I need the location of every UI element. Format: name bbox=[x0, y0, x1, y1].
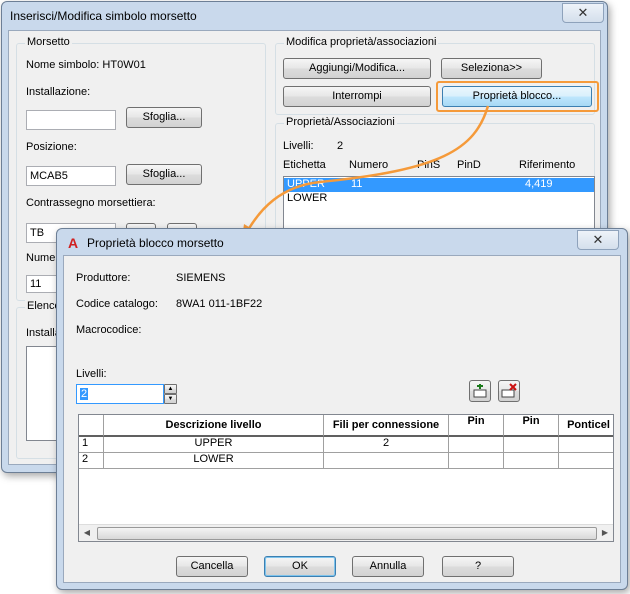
levels-value: 2 bbox=[80, 388, 89, 400]
grid-header-jumper[interactable]: Ponticel bbox=[559, 415, 613, 437]
block-properties-dialog: A Proprietà blocco morsetto ✕ Produttore… bbox=[56, 228, 628, 590]
grid-cell-description[interactable]: UPPER bbox=[104, 437, 324, 453]
installation-input[interactable] bbox=[26, 110, 116, 130]
title-bar: A Proprietà blocco morsetto ✕ bbox=[57, 229, 627, 257]
grid-cell-wires[interactable] bbox=[324, 453, 449, 469]
location-input[interactable]: MCAB5 bbox=[26, 166, 116, 186]
row-number: 2 bbox=[79, 453, 104, 469]
dialog-title: Inserisci/Modifica simbolo morsetto bbox=[10, 9, 197, 23]
grid-cell-jumper[interactable] bbox=[559, 453, 613, 469]
modify-group-label: Modifica proprietà/associazioni bbox=[284, 36, 439, 48]
grid-cell-pin-2[interactable] bbox=[504, 437, 559, 453]
manufacturer-value: SIEMENS bbox=[176, 272, 226, 284]
ok-button[interactable]: OK bbox=[264, 556, 336, 577]
spinner-down-button[interactable]: ▼ bbox=[164, 394, 177, 404]
spinner-up-button[interactable]: ▲ bbox=[164, 384, 177, 394]
grid-cell-jumper[interactable] bbox=[559, 437, 613, 453]
delete-button[interactable]: Cancella bbox=[176, 556, 248, 577]
number-label: Numer bbox=[26, 252, 60, 264]
location-label: Posizione: bbox=[26, 141, 77, 153]
grid-header-description[interactable]: Descrizione livello bbox=[104, 415, 324, 437]
morsetto-group-label: Morsetto bbox=[25, 36, 72, 48]
delete-row-icon bbox=[501, 383, 517, 398]
browse-location-button[interactable]: Sfoglia... bbox=[126, 164, 202, 185]
grid-corner bbox=[79, 415, 104, 437]
select-button[interactable]: Seleziona>> bbox=[441, 58, 542, 79]
close-button[interactable]: ✕ bbox=[562, 3, 604, 23]
delete-row-button[interactable] bbox=[498, 380, 520, 402]
grid-cell-pin-2[interactable] bbox=[504, 453, 559, 469]
insert-row-button[interactable] bbox=[469, 380, 491, 402]
close-icon: ✕ bbox=[577, 5, 589, 20]
manufacturer-label: Produttore: bbox=[76, 272, 131, 284]
levels-label: Livelli: bbox=[76, 368, 107, 380]
add-modify-button[interactable]: Aggiungi/Modifica... bbox=[283, 58, 431, 79]
cancel-button[interactable]: Annulla bbox=[352, 556, 424, 577]
help-button[interactable]: ? bbox=[442, 556, 514, 577]
callout-arrow bbox=[242, 105, 490, 238]
dialog-client: Produttore: SIEMENS Codice catalogo: 8WA… bbox=[63, 255, 621, 583]
dialog-title: Proprietà blocco morsetto bbox=[87, 236, 224, 250]
scroll-left-icon[interactable]: ◀ bbox=[79, 526, 95, 540]
row-number: 1 bbox=[79, 437, 104, 453]
close-icon: ✕ bbox=[592, 232, 604, 247]
scroll-right-icon[interactable]: ▶ bbox=[597, 526, 613, 540]
macrocode-label: Macrocodice: bbox=[76, 324, 142, 336]
row-reference: 4,419 bbox=[525, 178, 553, 190]
symbol-name: Nome simbolo: HT0W01 bbox=[26, 59, 146, 71]
grid-cell-description[interactable]: LOWER bbox=[104, 453, 324, 469]
horizontal-scrollbar[interactable]: ◀ ▶ bbox=[79, 524, 613, 541]
grid-cell-wires[interactable]: 2 bbox=[324, 437, 449, 453]
grid-cell-pin-1[interactable] bbox=[449, 453, 504, 469]
grid-header-pin-2[interactable]: Pin bbox=[504, 415, 559, 437]
autocad-icon: A bbox=[67, 235, 79, 251]
close-button[interactable]: ✕ bbox=[577, 230, 619, 250]
insert-row-icon bbox=[473, 384, 487, 398]
scroll-thumb[interactable] bbox=[97, 527, 597, 540]
catalog-label: Codice catalogo: bbox=[76, 298, 158, 310]
grid-header-wires[interactable]: Fili per connessione bbox=[324, 415, 449, 437]
title-bar: Inserisci/Modifica simbolo morsetto ✕ bbox=[2, 2, 607, 30]
grid-cell-pin-1[interactable] bbox=[449, 437, 504, 453]
levels-grid[interactable]: Descrizione livello Fili per connessione… bbox=[78, 414, 614, 542]
terminal-strip-label: Contrassegno morsettiera: bbox=[26, 197, 156, 209]
installation-label: Installazione: bbox=[26, 86, 91, 98]
column-header-reference: Riferimento bbox=[519, 159, 576, 171]
grid-header-pin-1[interactable]: Pin bbox=[449, 415, 504, 437]
levels-spinner-input[interactable]: 2 bbox=[76, 384, 164, 404]
catalog-value: 8WA1 011-1BF22 bbox=[176, 298, 263, 310]
browse-installation-button[interactable]: Sfoglia... bbox=[126, 107, 202, 128]
